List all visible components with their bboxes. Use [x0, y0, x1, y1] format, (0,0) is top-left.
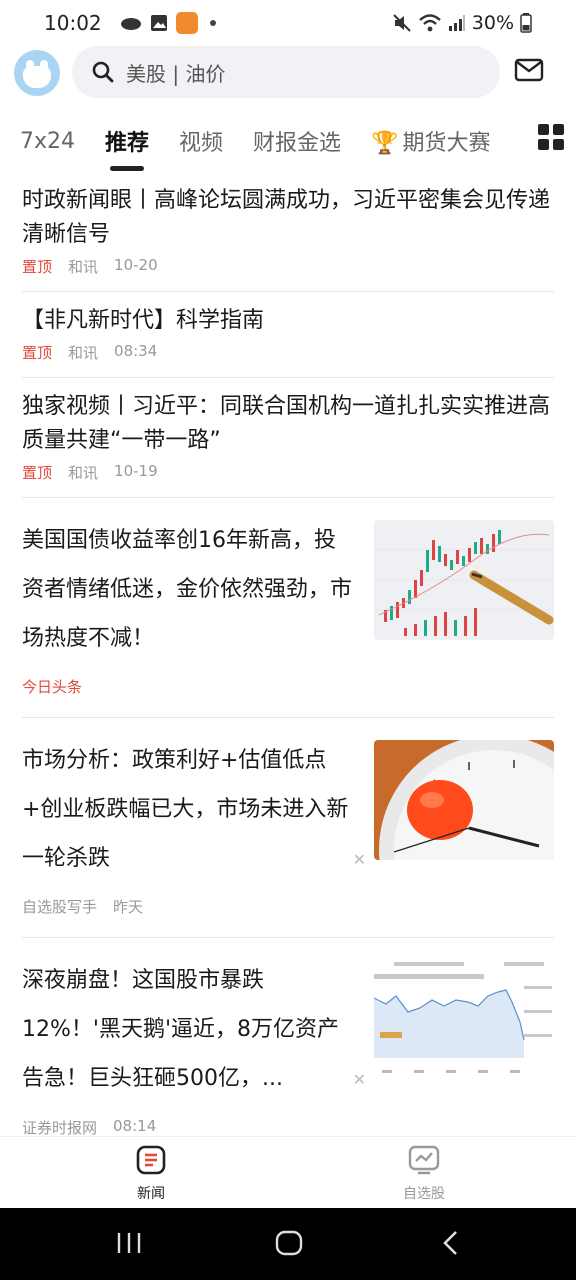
home-icon[interactable] [274, 1228, 304, 1258]
more-notifications-icon [209, 20, 216, 26]
tab-video[interactable]: 视频 [179, 125, 223, 157]
tab-recommend[interactable]: 推荐 [105, 125, 149, 157]
article-thumbnail [374, 960, 554, 1080]
system-nav-bar [0, 1208, 576, 1280]
signal-icon [448, 15, 465, 31]
article-meta: 自选股写手 昨天 [22, 896, 143, 917]
image-icon [150, 15, 167, 31]
mail-icon[interactable] [514, 58, 544, 82]
article-source: 和讯 [68, 258, 99, 276]
article-meta: 置顶 和讯 10-20 [22, 256, 554, 277]
app-notification-icon [175, 12, 198, 34]
article-time: 08:14 [113, 1117, 157, 1135]
article-source: 和讯 [68, 464, 99, 482]
nav-news[interactable]: 新闻 [111, 1145, 191, 1203]
dismiss-icon[interactable]: ✕ [353, 850, 366, 869]
list-item[interactable]: 美国国债收益率创16年新高，投资者情绪低迷，金价依然强劲，市场热度不减！ 今日头… [22, 498, 554, 718]
article-meta: 证券时报网 08:14 [22, 1117, 156, 1138]
nav-watchlist[interactable]: 自选股 [384, 1145, 464, 1203]
wifi-icon [418, 14, 441, 32]
mute-icon [393, 14, 411, 32]
pinned-badge: 置顶 [22, 344, 53, 362]
article-time: 10-20 [114, 256, 158, 274]
battery-percent: 30% [471, 12, 514, 34]
article-time: 08:34 [114, 342, 158, 360]
channel-tabs: 7x24 推荐 视频 财报金选 🏆 期货大赛 [0, 112, 576, 170]
article-source: 自选股写手 [22, 898, 98, 916]
tab-futures-contest[interactable]: 🏆 期货大赛 [371, 125, 490, 157]
article-title: 时政新闻眼丨高峰论坛圆满成功，习近平密集会见传递清晰信号 [22, 188, 551, 247]
dismiss-icon[interactable]: ✕ [353, 1070, 366, 1089]
article-title: 【非凡新时代】科学指南 [22, 308, 265, 333]
article-time: 昨天 [113, 898, 144, 916]
avatar-face [23, 66, 51, 88]
article-thumbnail [374, 740, 554, 860]
list-item[interactable]: 【非凡新时代】科学指南 置顶 和讯 08:34 [22, 292, 554, 378]
avatar[interactable] [14, 50, 60, 96]
list-item[interactable]: 深夜崩盘！这国股市暴跌12%！'黑天鹅'逼近，8万亿资产告急！巨头狂砸500亿，… [22, 938, 554, 1158]
tab-earnings[interactable]: 财报金选 [253, 125, 341, 157]
status-bar: 10:02 30% [0, 0, 576, 46]
tab-7x24[interactable]: 7x24 [20, 129, 75, 154]
list-item[interactable]: 独家视频丨习近平：同联合国机构一道扎扎实实推进高质量共建“一带一路” 置顶 和讯… [22, 378, 554, 498]
nav-watchlist-label: 自选股 [403, 1186, 445, 1202]
article-title: 独家视频丨习近平：同联合国机构一道扎扎实实推进高质量共建“一带一路” [22, 394, 551, 453]
recent-apps-icon[interactable] [116, 1228, 142, 1258]
article-meta: 置顶 和讯 08:34 [22, 342, 554, 363]
article-title: 深夜崩盘！这国股市暴跌12%！'黑天鹅'逼近，8万亿资产告急！巨头狂砸500亿，… [22, 968, 339, 1091]
bottom-nav: 新闻 自选股 [0, 1136, 576, 1208]
tab-futures-contest-label: 期货大赛 [402, 131, 491, 156]
article-time: 10-19 [114, 462, 158, 480]
trophy-icon: 🏆 [371, 131, 399, 156]
article-source: 今日头条 [22, 678, 83, 696]
pinned-badge: 置顶 [22, 258, 53, 276]
article-title: 美国国债收益率创16年新高，投资者情绪低迷，金价依然强劲，市场热度不减！ [22, 528, 353, 651]
pinned-badge: 置顶 [22, 464, 53, 482]
search-icon [92, 61, 114, 83]
news-feed: 时政新闻眼丨高峰论坛圆满成功，习近平密集会见传递清晰信号 置顶 和讯 10-20… [0, 180, 576, 1158]
top-header: 美股 | 油价 [0, 46, 576, 102]
search-input[interactable]: 美股 | 油价 [72, 46, 500, 98]
list-item[interactable]: 市场分析：政策利好+估值低点+创业板跌幅已大，市场未进入新一轮杀跌 自选股写手 … [22, 718, 554, 938]
back-icon[interactable] [440, 1228, 462, 1258]
status-time: 10:02 [44, 11, 102, 35]
battery-icon [520, 13, 532, 33]
watchlist-chart-icon [408, 1145, 440, 1175]
article-source: 和讯 [68, 344, 99, 362]
news-icon [136, 1145, 166, 1175]
nav-news-label: 新闻 [137, 1186, 165, 1202]
article-meta: 今日头条 [22, 676, 82, 697]
channel-grid-icon[interactable] [538, 124, 564, 150]
search-placeholder: 美股 | 油价 [126, 61, 226, 86]
article-thumbnail [374, 520, 554, 640]
cloud-icon [120, 18, 141, 30]
list-item[interactable]: 时政新闻眼丨高峰论坛圆满成功，习近平密集会见传递清晰信号 置顶 和讯 10-20 [22, 180, 554, 292]
article-source: 证券时报网 [22, 1119, 98, 1137]
article-meta: 置顶 和讯 10-19 [22, 462, 554, 483]
article-title: 市场分析：政策利好+估值低点+创业板跌幅已大，市场未进入新一轮杀跌 [22, 748, 349, 871]
